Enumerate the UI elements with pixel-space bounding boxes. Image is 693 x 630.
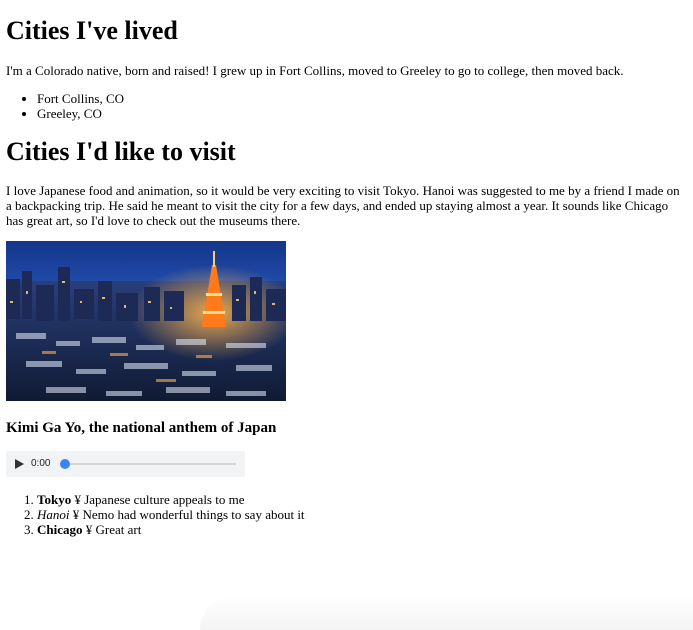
audio-time: 0:00: [31, 458, 51, 469]
city-reason: Nemo had wonderful things to say about i…: [82, 507, 305, 522]
list-item: Greeley, CO: [37, 106, 124, 121]
audio-player: 0:00: [6, 451, 245, 477]
list-item: Hanoi ¥ Nemo had wonderful things to say…: [37, 507, 305, 522]
list-item: Fort Collins, CO: [37, 91, 124, 106]
city-name: Tokyo: [37, 492, 72, 507]
heading-cities-lived: Cities I've lived: [6, 16, 178, 45]
separator: ¥: [69, 507, 83, 522]
paragraph-lived-intro: I'm a Colorado native, born and raised! …: [6, 63, 624, 78]
separator: ¥: [71, 492, 85, 507]
city-reason: Great art: [95, 522, 142, 537]
audio-seek-bar[interactable]: [64, 463, 236, 465]
window-edge-shadow: [200, 596, 693, 630]
tokyo-skyline-image: [6, 241, 286, 401]
city-reason: Japanese culture appeals to me: [84, 492, 245, 507]
visit-cities-list: Tokyo ¥ Japanese culture appeals to me H…: [6, 492, 305, 537]
audio-title: Kimi Ga Yo, the national anthem of Japan: [6, 420, 277, 436]
list-item: Tokyo ¥ Japanese culture appeals to me: [37, 492, 305, 507]
play-icon[interactable]: [15, 459, 24, 469]
separator: ¥: [82, 522, 96, 537]
lived-cities-list: Fort Collins, CO Greeley, CO: [6, 91, 124, 121]
list-item: Chicago ¥ Great art: [37, 522, 305, 537]
audio-seek-thumb[interactable]: [60, 459, 70, 469]
city-name: Chicago: [37, 522, 83, 537]
heading-cities-visit: Cities I'd like to visit: [6, 137, 236, 166]
paragraph-visit-intro: I love Japanese food and animation, so i…: [6, 183, 680, 228]
city-name: Hanoi: [37, 507, 70, 522]
